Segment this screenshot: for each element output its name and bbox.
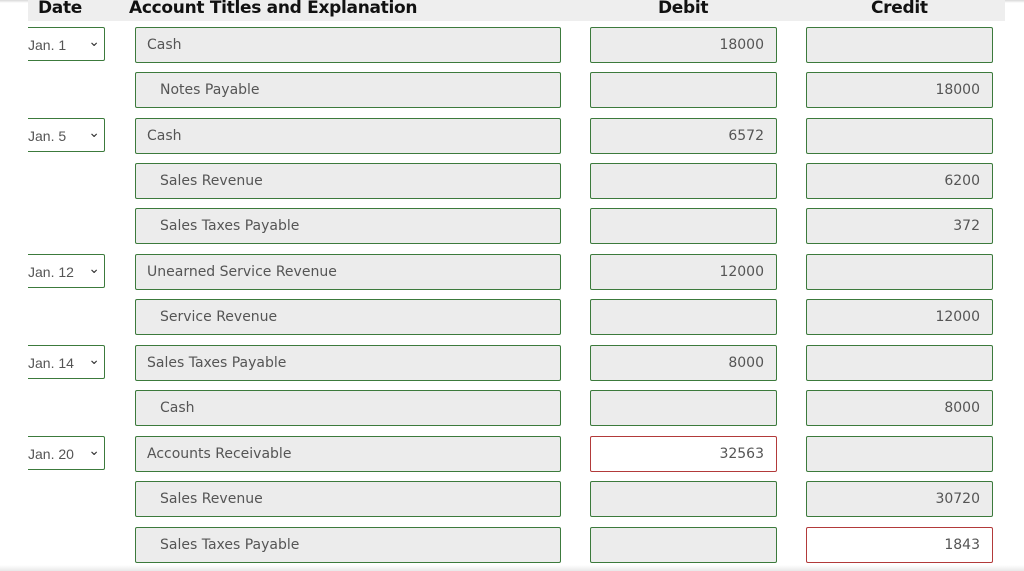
date-select[interactable]: Jan. 12 ⌄ — [28, 254, 105, 288]
chevron-down-icon: ⌄ — [88, 260, 100, 276]
debit-input[interactable] — [590, 481, 777, 517]
debit-input[interactable]: 12000 — [590, 254, 777, 290]
credit-input[interactable]: 12000 — [806, 299, 993, 335]
account-input[interactable]: Accounts Receivable — [135, 436, 561, 472]
journal-row: Cash 8000 — [0, 390, 1024, 426]
account-input[interactable]: Sales Taxes Payable — [135, 527, 561, 563]
credit-input[interactable]: 30720 — [806, 481, 993, 517]
chevron-down-icon: ⌄ — [88, 33, 100, 49]
account-input[interactable]: Sales Taxes Payable — [135, 208, 561, 244]
debit-input[interactable] — [590, 72, 777, 108]
date-select[interactable]: Jan. 5 ⌄ — [28, 118, 105, 152]
credit-input[interactable] — [806, 118, 993, 154]
header-credit: Credit — [871, 0, 928, 18]
credit-input[interactable]: 6200 — [806, 163, 993, 199]
account-input[interactable]: Unearned Service Revenue — [135, 254, 561, 290]
debit-input[interactable]: 8000 — [590, 345, 777, 381]
chevron-down-icon: ⌄ — [88, 351, 100, 367]
debit-input[interactable] — [590, 299, 777, 335]
date-value: Jan. 1 — [28, 37, 67, 53]
journal-row: Sales Revenue 6200 — [0, 163, 1024, 199]
date-select[interactable]: Jan. 1 ⌄ — [28, 27, 105, 61]
journal-row: Service Revenue 12000 — [0, 299, 1024, 335]
credit-input[interactable]: 372 — [806, 208, 993, 244]
journal-row: Jan. 20 ⌄ Accounts Receivable 32563 — [0, 436, 1024, 472]
journal-row: Sales Taxes Payable 1843 — [0, 527, 1024, 563]
date-select[interactable]: Jan. 14 ⌄ — [28, 345, 105, 379]
debit-input[interactable] — [590, 208, 777, 244]
journal-row: Sales Taxes Payable 372 — [0, 208, 1024, 244]
journal-row: Jan. 1 ⌄ Cash 18000 — [0, 27, 1024, 63]
journal-row: Notes Payable 18000 — [0, 72, 1024, 108]
journal-row: Jan. 5 ⌄ Cash 6572 — [0, 118, 1024, 154]
credit-input[interactable] — [806, 27, 993, 63]
header-debit: Debit — [658, 0, 709, 18]
account-input[interactable]: Cash — [135, 27, 561, 63]
date-value: Jan. 14 — [28, 355, 74, 371]
credit-input[interactable] — [806, 436, 993, 472]
debit-input[interactable]: 32563 — [590, 436, 777, 472]
date-value: Jan. 12 — [28, 264, 74, 280]
account-input[interactable]: Cash — [135, 390, 561, 426]
credit-input[interactable] — [806, 254, 993, 290]
journal-header: Date Account Titles and Explanation Debi… — [28, 0, 1005, 21]
date-value: Jan. 5 — [28, 128, 67, 144]
credit-input[interactable]: 1843 — [806, 527, 993, 563]
date-value: Jan. 20 — [28, 446, 74, 462]
journal-row: Jan. 12 ⌄ Unearned Service Revenue 12000 — [0, 254, 1024, 290]
header-account: Account Titles and Explanation — [129, 0, 418, 18]
account-input[interactable]: Service Revenue — [135, 299, 561, 335]
credit-input[interactable]: 8000 — [806, 390, 993, 426]
credit-input[interactable]: 18000 — [806, 72, 993, 108]
bottom-fade — [0, 565, 1024, 571]
date-select[interactable]: Jan. 20 ⌄ — [28, 436, 105, 470]
debit-input[interactable]: 6572 — [590, 118, 777, 154]
account-input[interactable]: Sales Taxes Payable — [135, 345, 561, 381]
chevron-down-icon: ⌄ — [88, 124, 100, 140]
journal-row: Jan. 14 ⌄ Sales Taxes Payable 8000 — [0, 345, 1024, 381]
account-input[interactable]: Sales Revenue — [135, 481, 561, 517]
debit-input[interactable] — [590, 390, 777, 426]
debit-input[interactable]: 18000 — [590, 27, 777, 63]
credit-input[interactable] — [806, 345, 993, 381]
account-input[interactable]: Cash — [135, 118, 561, 154]
journal-row: Sales Revenue 30720 — [0, 481, 1024, 517]
account-input[interactable]: Sales Revenue — [135, 163, 561, 199]
account-input[interactable]: Notes Payable — [135, 72, 561, 108]
debit-input[interactable] — [590, 163, 777, 199]
chevron-down-icon: ⌄ — [88, 442, 100, 458]
header-date: Date — [38, 0, 83, 18]
debit-input[interactable] — [590, 527, 777, 563]
